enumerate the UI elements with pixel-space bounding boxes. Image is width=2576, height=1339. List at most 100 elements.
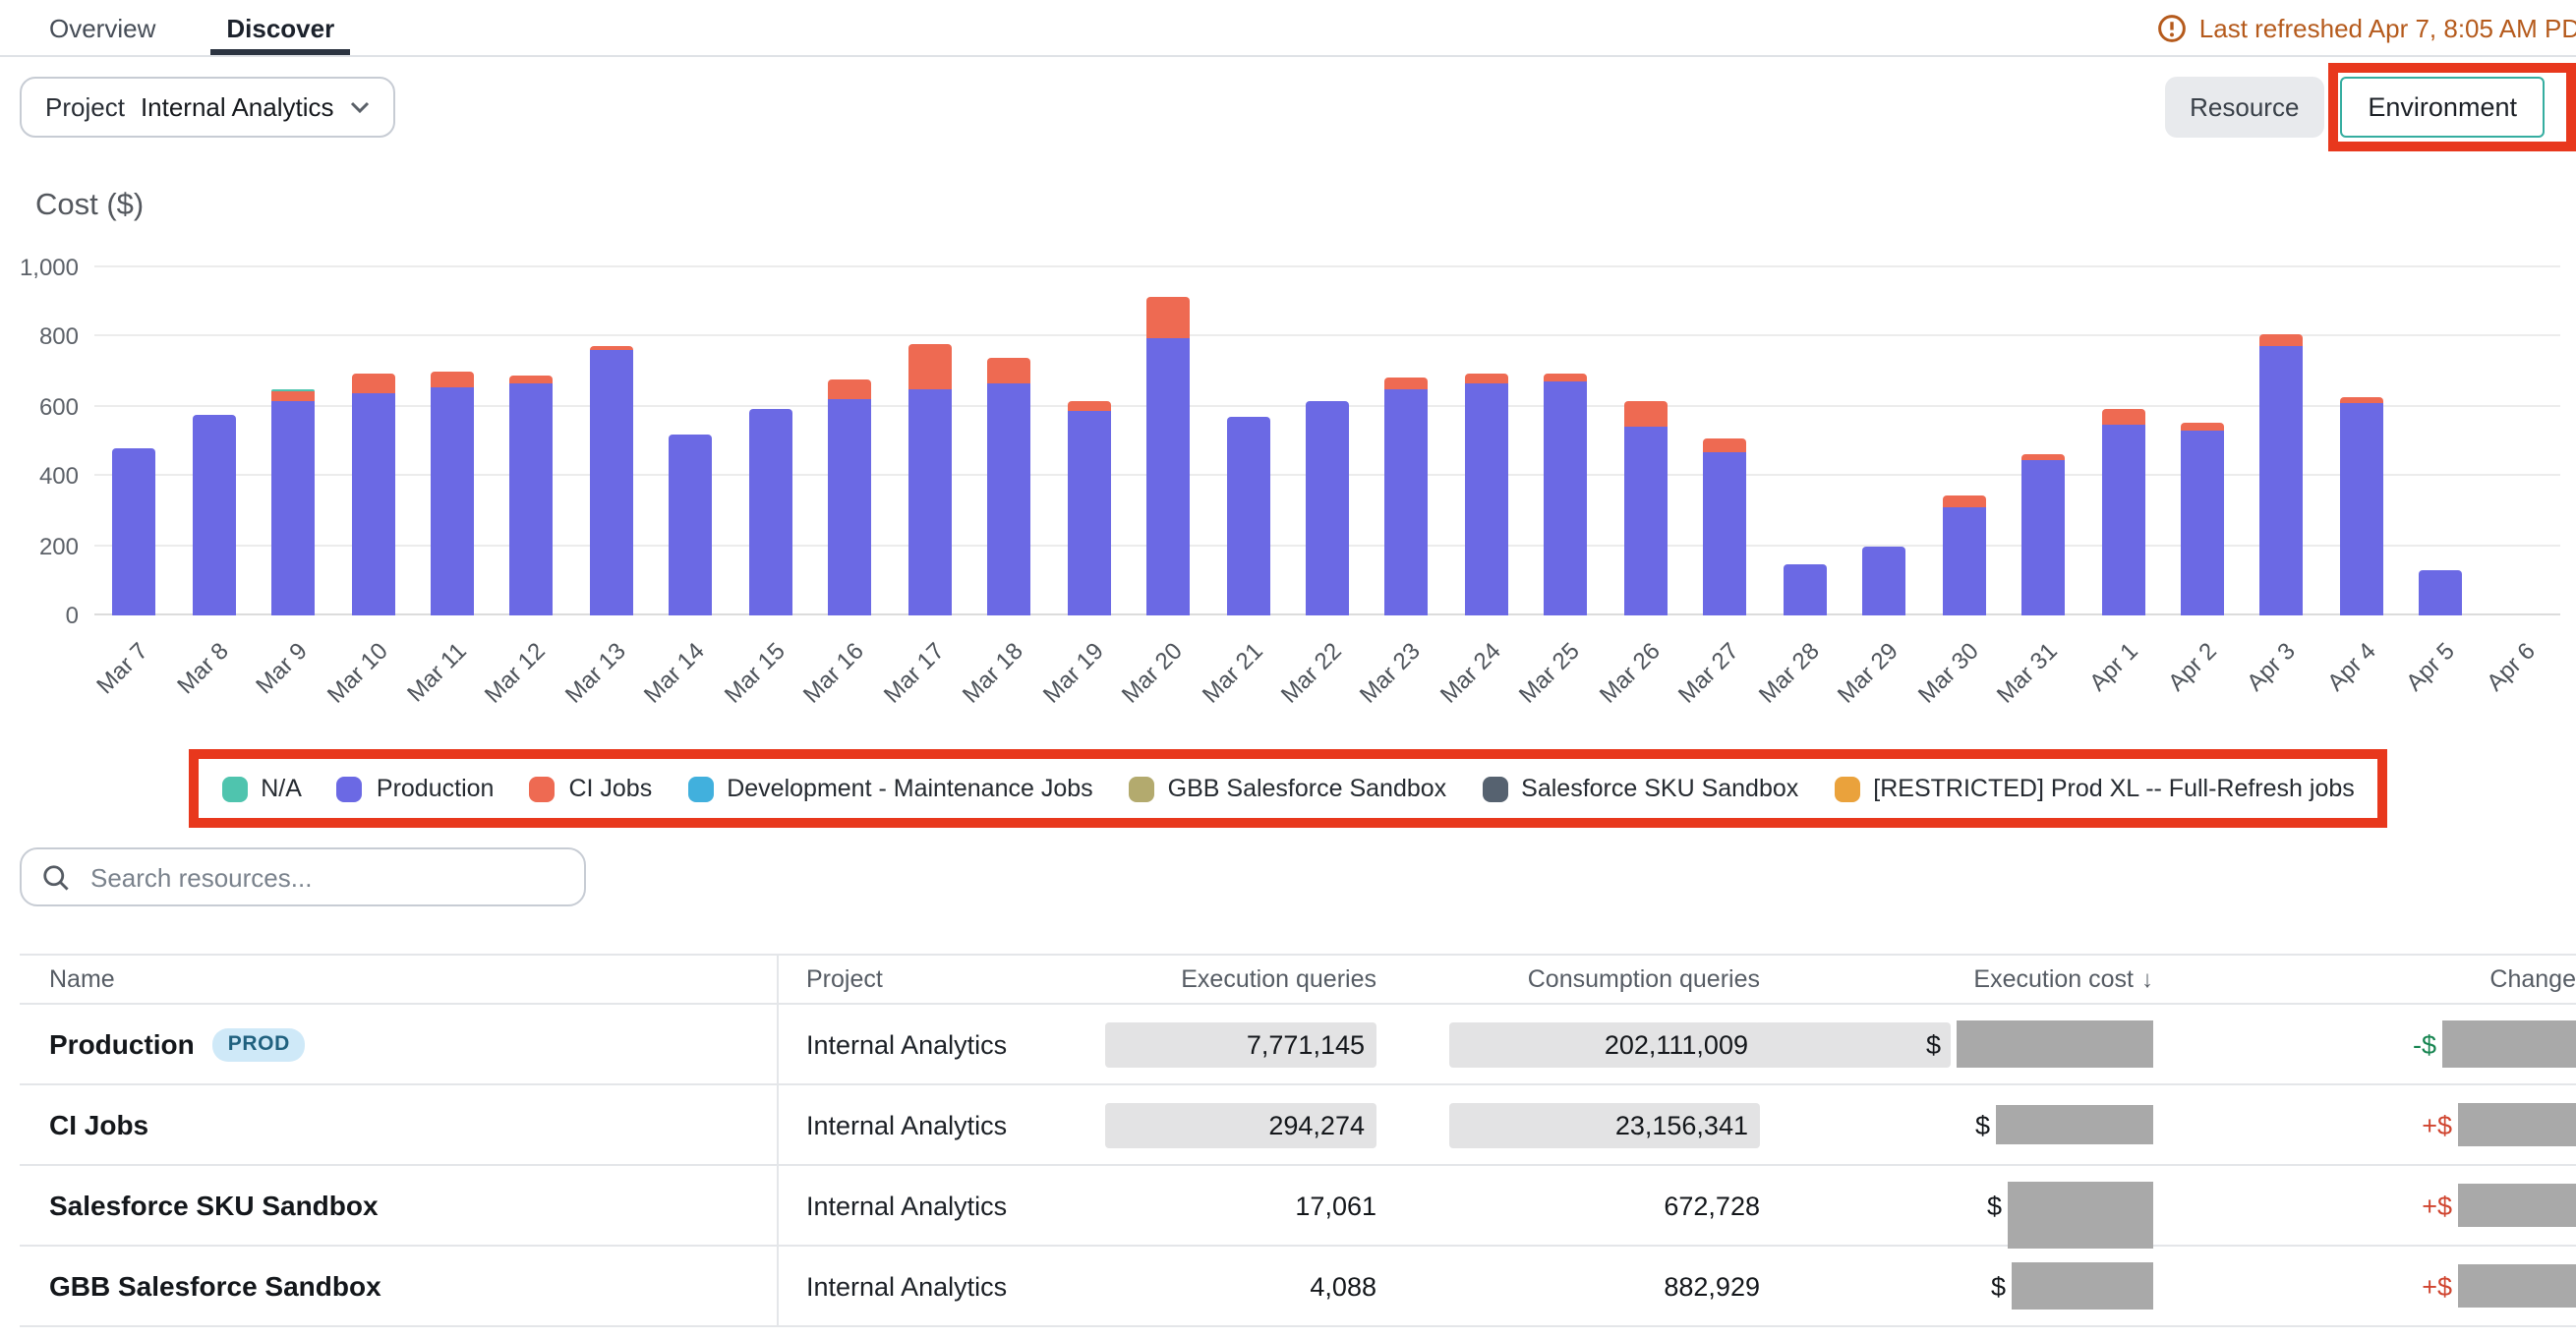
chart-bar[interactable] [351, 374, 394, 615]
resource-name: Production [49, 1028, 195, 1060]
change-sign: +$ [2422, 1110, 2452, 1139]
bar-segment [1226, 417, 1269, 615]
bar-segment [1942, 507, 1985, 615]
chart-legend: N/A Production CI Jobs Development - Mainte… [221, 775, 2355, 802]
project-cell: Internal Analytics [777, 1005, 1101, 1083]
bar-segment [2340, 404, 2383, 615]
consumption-queries-cell: 672,728 [1376, 1166, 1760, 1245]
bar-segment [271, 391, 315, 400]
legend-item[interactable]: Salesforce SKU Sandbox [1482, 775, 1798, 802]
chart-bar[interactable] [2181, 423, 2224, 615]
bar-segment [908, 345, 952, 388]
chart-bar[interactable] [1385, 377, 1429, 615]
x-tick-label: Apr 6 [2481, 637, 2540, 696]
bar-segment [987, 358, 1030, 384]
bar-segment [2340, 396, 2383, 404]
view-toggle: Resource Environment [2164, 77, 2545, 138]
chart-bar[interactable] [192, 414, 235, 615]
column-header-change[interactable]: Change [2153, 956, 2576, 1003]
x-tick-label: Mar 10 [321, 637, 392, 709]
change-cell: +$ [2153, 1085, 2576, 1164]
chart-bar[interactable] [1862, 548, 1905, 615]
legend-item[interactable]: GBB Salesforce Sandbox [1129, 775, 1447, 802]
x-tick-label: Mar 22 [1275, 637, 1347, 709]
tab-discover[interactable]: Discover [226, 0, 334, 55]
chart-bar[interactable] [510, 376, 554, 615]
resource-toggle-button[interactable]: Resource [2164, 77, 2324, 138]
change-sign: -$ [2413, 1029, 2436, 1059]
legend-label: GBB Salesforce Sandbox [1168, 775, 1447, 802]
chart-bar[interactable] [2021, 453, 2065, 615]
chart-bar[interactable] [829, 378, 872, 615]
chart-bar[interactable] [2260, 334, 2304, 615]
chart-bar[interactable] [1942, 495, 1985, 615]
x-tick-label: Mar 11 [401, 637, 471, 707]
bar-segment [829, 399, 872, 615]
legend-swatch [1834, 776, 1859, 801]
legend-item[interactable]: [RESTRICTED] Prod XL -- Full-Refresh job… [1834, 775, 2354, 802]
column-header-execution_cost[interactable]: Execution cost↓ [1760, 956, 2153, 1003]
chart-bar[interactable] [112, 448, 155, 615]
chart-bar[interactable] [987, 358, 1030, 615]
bar-segment [2181, 423, 2224, 431]
column-header-project[interactable]: Project [777, 956, 1101, 1003]
chart-bar[interactable] [1067, 401, 1110, 615]
redacted-value [1996, 1105, 2153, 1144]
warning-icon [2158, 13, 2188, 42]
chart-bar[interactable] [1465, 374, 1508, 615]
chart-bar[interactable] [1146, 296, 1190, 615]
chart-bar[interactable] [590, 345, 633, 615]
refresh-text: Last refreshed Apr 7, 8:05 AM PDT [2199, 13, 2576, 42]
chart-bar[interactable] [2420, 570, 2463, 615]
chart-bar[interactable] [749, 409, 792, 615]
bar-segment [2260, 346, 2304, 615]
chart-bar[interactable] [2340, 396, 2383, 615]
consumption-queries-value: 202,111,009 [1449, 1021, 1760, 1067]
tab-overview[interactable]: Overview [49, 0, 155, 55]
chart-bar[interactable] [1783, 564, 1826, 615]
chart-bar[interactable] [1226, 417, 1269, 615]
bar-segment [670, 436, 713, 615]
table-row[interactable]: ProductionPRODInternal Analytics7,771,14… [20, 1005, 2576, 1085]
consumption-queries-value: 23,156,341 [1449, 1102, 1760, 1147]
resource-name: Salesforce SKU Sandbox [49, 1190, 379, 1221]
legend-item[interactable]: CI Jobs [529, 775, 652, 802]
project-filter-value: Internal Analytics [141, 92, 334, 122]
column-header-consumption_queries[interactable]: Consumption queries [1376, 956, 1760, 1003]
search-icon [41, 862, 71, 892]
search-input[interactable] [87, 860, 564, 894]
project-filter-button[interactable]: Project Internal Analytics [20, 77, 395, 138]
column-header-label: Execution cost [1973, 965, 2134, 993]
table-row[interactable]: CI JobsInternal Analytics294,27423,156,3… [20, 1085, 2576, 1166]
legend-item[interactable]: Production [337, 775, 495, 802]
chart-bar[interactable] [271, 389, 315, 615]
table-row[interactable]: Salesforce SKU SandboxInternal Analytics… [20, 1166, 2576, 1247]
bar-segment [1385, 390, 1429, 615]
chart-bar[interactable] [431, 371, 474, 615]
column-header-name[interactable]: Name [20, 956, 777, 1003]
dollar-sign: $ [1754, 1021, 1951, 1067]
redacted-value [2458, 1184, 2576, 1227]
column-header-execution_queries[interactable]: Execution queries [1101, 956, 1376, 1003]
execution-queries-value: 7,771,145 [1105, 1021, 1376, 1067]
chart-bar[interactable] [1624, 401, 1668, 615]
bar-segment [1704, 452, 1747, 615]
chart-bar[interactable] [2101, 408, 2144, 615]
annotation-box-legend: N/A Production CI Jobs Development - Mainte… [188, 749, 2388, 828]
legend-item[interactable]: N/A [221, 775, 302, 802]
execution-queries-value: 294,274 [1105, 1102, 1376, 1147]
legend-item[interactable]: Development - Maintenance Jobs [687, 775, 1092, 802]
chart-bar[interactable] [1306, 400, 1349, 615]
chart-bar[interactable] [1545, 374, 1588, 615]
x-tick-label: Apr 1 [2082, 637, 2141, 696]
chart-bar[interactable] [1704, 438, 1747, 616]
chart-bar[interactable] [908, 345, 952, 615]
chart-bar[interactable] [670, 436, 713, 615]
legend-swatch [529, 776, 555, 801]
legend-label: N/A [261, 775, 302, 802]
table-row[interactable]: GBB Salesforce SandboxInternal Analytics… [20, 1247, 2576, 1327]
y-tick-label: 600 [39, 393, 79, 421]
x-tick-label: Mar 26 [1594, 637, 1666, 709]
x-tick-label: Apr 2 [2162, 637, 2221, 696]
environment-toggle-button[interactable]: Environment [2340, 77, 2545, 138]
